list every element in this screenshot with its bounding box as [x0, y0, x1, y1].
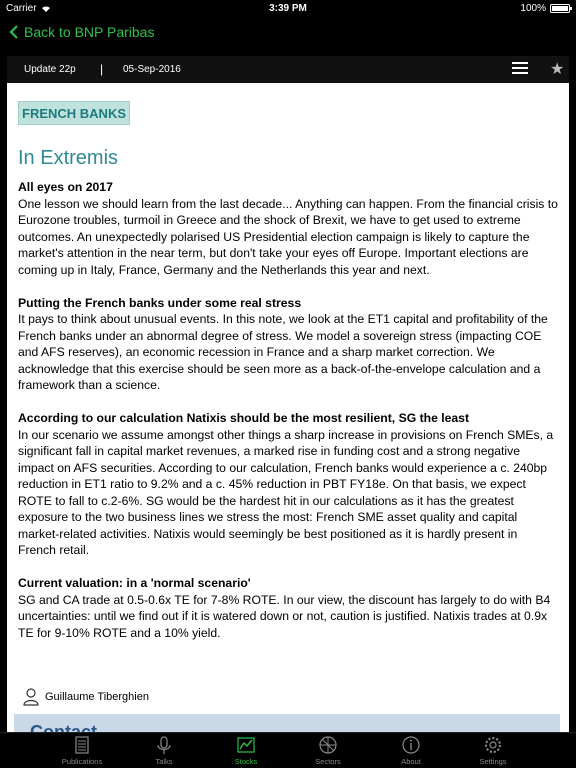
- article-section: According to our calculation Natixis sho…: [18, 410, 558, 559]
- section-body: SG and CA trade at 0.5-0.6x TE for 7-8% …: [18, 592, 551, 640]
- section-body: It pays to think about unusual events. I…: [18, 312, 548, 392]
- section-heading: Putting the French banks under some real…: [18, 295, 302, 310]
- star-icon[interactable]: ★: [550, 59, 564, 79]
- update-label: Update 22p: [24, 64, 76, 75]
- back-button-label: Back to BNP Paribas: [24, 24, 155, 40]
- navigation-bar: Back to BNP Paribas: [0, 18, 576, 50]
- tab-label: About: [401, 757, 421, 766]
- article-header-bar: Update 22p | 05-Sep-2016 ★: [7, 56, 569, 83]
- clock: 3:39 PM: [269, 3, 307, 14]
- tab-label: Sectors: [315, 757, 341, 766]
- tab-label: Settings: [479, 757, 507, 766]
- contact-section: Contact: [14, 714, 560, 732]
- tab-stocks[interactable]: Stocks: [211, 735, 281, 766]
- tab-label: Publications: [61, 757, 103, 766]
- author-name: Guillaume Tiberghien: [45, 691, 149, 703]
- tab-settings[interactable]: Settings: [458, 735, 528, 766]
- tab-sectors[interactable]: Sectors: [293, 735, 363, 766]
- article-body: All eyes on 2017 One lesson we should le…: [18, 179, 558, 658]
- tab-label: Stocks: [234, 757, 258, 766]
- tab-publications[interactable]: Publications: [47, 735, 117, 766]
- author[interactable]: Guillaume Tiberghien: [23, 688, 149, 706]
- article-section: Putting the French banks under some real…: [18, 295, 558, 394]
- section-body: One lesson we should learn from the last…: [18, 196, 558, 277]
- menu-icon[interactable]: [512, 62, 528, 76]
- status-bar: Carrier 3:39 PM 100%: [0, 0, 576, 18]
- publications-icon: [75, 736, 89, 754]
- section-heading: According to our calculation Natixis sho…: [18, 411, 470, 425]
- section-body: In our scenario we assume amongst other …: [18, 427, 554, 558]
- section-heading: Current valuation: in a 'normal scenario…: [18, 576, 251, 590]
- tab-bar: Publications Talks Stocks Sectors About …: [0, 732, 576, 768]
- section-heading: All eyes on 2017: [18, 180, 113, 194]
- article-section: Current valuation: in a 'normal scenario…: [18, 575, 558, 641]
- gear-icon: [485, 737, 501, 753]
- chart-icon: [237, 737, 255, 753]
- article-section: All eyes on 2017 One lesson we should le…: [18, 179, 558, 278]
- article-content[interactable]: FRENCH BANKS In Extremis All eyes on 201…: [7, 83, 569, 732]
- tab-about[interactable]: About: [376, 735, 446, 766]
- tab-label: Talks: [155, 757, 173, 766]
- header-separator: |: [100, 62, 104, 76]
- publication-date: 05-Sep-2016: [123, 64, 181, 75]
- sectors-icon: [319, 736, 337, 754]
- tab-talks[interactable]: Talks: [129, 735, 199, 766]
- chevron-left-icon: [9, 25, 18, 39]
- microphone-icon: [157, 736, 171, 754]
- battery-info: 100%: [520, 3, 572, 14]
- battery-percent: 100%: [520, 3, 546, 14]
- article-title: In Extremis: [18, 147, 119, 169]
- back-button[interactable]: Back to BNP Paribas: [8, 24, 154, 40]
- person-icon: [23, 688, 39, 706]
- contact-heading: Contact: [30, 722, 97, 732]
- sector-tag: FRENCH BANKS: [18, 101, 130, 125]
- battery-icon: [550, 4, 572, 13]
- info-icon: [402, 736, 420, 754]
